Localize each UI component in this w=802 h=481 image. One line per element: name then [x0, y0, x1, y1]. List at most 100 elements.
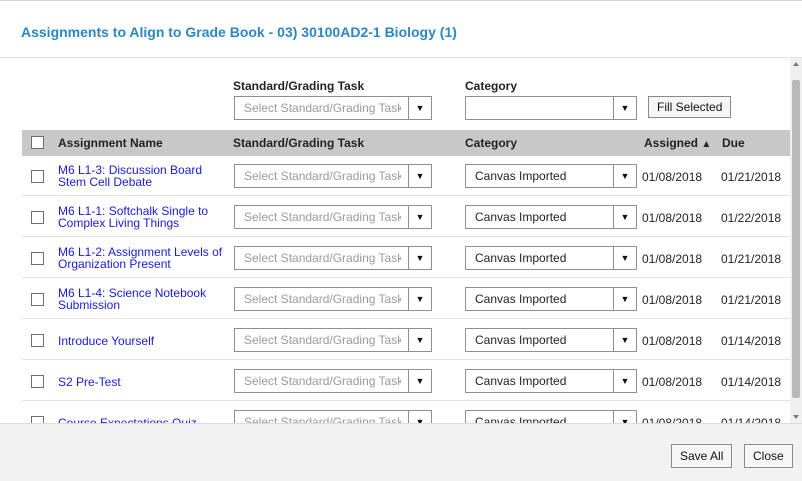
scrollbar-thumb[interactable] [792, 80, 800, 398]
table-row: M6 L1-3: Discussion Board Stem Cell Deba… [22, 156, 790, 196]
caret-down-icon: ▼ [613, 206, 636, 228]
sort-ascending-icon: ▲ [701, 139, 712, 150]
assigned-date: 01/08/2018 [642, 170, 703, 184]
row-standard-select[interactable]: Select Standard/Grading Task ▼ [234, 205, 432, 229]
row-category-select[interactable]: Canvas Imported ▼ [465, 246, 637, 270]
table-header: Assignment Name Standard/Grading Task Ca… [22, 130, 790, 156]
caret-down-icon: ▼ [613, 288, 636, 310]
row-standard-select[interactable]: Select Standard/Grading Task ▼ [234, 410, 432, 423]
row-checkbox[interactable] [31, 293, 44, 306]
caret-down-icon: ▼ [613, 370, 636, 392]
row-category-select-value: Canvas Imported [475, 292, 567, 306]
assignment-name-link[interactable]: M6 L1-4: Science Notebook Submission [58, 287, 228, 311]
caret-down-icon: ▼ [613, 411, 636, 423]
caret-down-icon: ▼ [613, 97, 636, 119]
row-standard-select-value: Select Standard/Grading Task [244, 374, 401, 388]
row-category-select[interactable]: Canvas Imported ▼ [465, 205, 637, 229]
row-standard-select-value: Select Standard/Grading Task [244, 333, 401, 347]
row-category-select-value: Canvas Imported [475, 333, 567, 347]
assigned-date: 01/08/2018 [642, 293, 703, 307]
close-button[interactable]: Close [744, 444, 793, 468]
fill-selected-button[interactable]: Fill Selected [648, 96, 732, 118]
select-all-checkbox[interactable] [31, 136, 44, 149]
caret-down-icon: ▼ [408, 165, 431, 187]
table-row: Introduce Yourself Select Standard/Gradin… [22, 320, 790, 360]
row-checkbox[interactable] [31, 375, 44, 388]
due-date: 01/21/2018 [721, 252, 782, 266]
assigned-date: 01/08/2018 [642, 211, 703, 225]
fill-category-select[interactable]: ▼ [465, 96, 637, 120]
table-row: M6 L1-1: Softchalk Single to Complex Liv… [22, 197, 790, 237]
row-standard-select-value: Select Standard/Grading Task [244, 169, 401, 183]
row-category-select[interactable]: Canvas Imported ▼ [465, 287, 637, 311]
assignment-name-link[interactable]: M6 L1-1: Softchalk Single to Complex Liv… [58, 205, 228, 229]
scroll-down-icon[interactable] [793, 415, 799, 419]
assigned-date: 01/08/2018 [642, 375, 703, 389]
due-date: 01/14/2018 [721, 375, 782, 389]
caret-down-icon: ▼ [408, 247, 431, 269]
row-standard-select-value: Select Standard/Grading Task [244, 415, 401, 423]
caret-down-icon: ▼ [408, 97, 431, 119]
row-standard-select-value: Select Standard/Grading Task [244, 292, 401, 306]
assignments-scroll-area[interactable]: Standard/Grading Task Select Standard/Gr… [0, 58, 802, 423]
caret-down-icon: ▼ [408, 370, 431, 392]
fill-category-label: Category [465, 79, 518, 93]
header-due[interactable]: Due [722, 136, 745, 150]
caret-down-icon: ▼ [613, 247, 636, 269]
row-category-select-value: Canvas Imported [475, 374, 567, 388]
save-all-button[interactable]: Save All [671, 444, 733, 468]
row-category-select-value: Canvas Imported [475, 210, 567, 224]
due-date: 01/14/2018 [721, 416, 782, 423]
row-category-select[interactable]: Canvas Imported ▼ [465, 410, 637, 423]
assigned-date: 01/08/2018 [642, 252, 703, 266]
caret-down-icon: ▼ [408, 288, 431, 310]
assignment-name-link[interactable]: M6 L1-2: Assignment Levels of Organizati… [58, 246, 228, 270]
due-date: 01/21/2018 [721, 293, 782, 307]
dialog-title: Assignments to Align to Grade Book - 03)… [21, 24, 457, 40]
dialog-footer: Save All Close [0, 423, 802, 481]
header-assigned[interactable]: Assigned ▲ [644, 136, 711, 150]
header-assignment-name[interactable]: Assignment Name [58, 136, 163, 150]
row-category-select[interactable]: Canvas Imported ▼ [465, 328, 637, 352]
due-date: 01/22/2018 [721, 211, 782, 225]
assigned-date: 01/08/2018 [642, 334, 703, 348]
caret-down-icon: ▼ [613, 165, 636, 187]
row-standard-select[interactable]: Select Standard/Grading Task ▼ [234, 328, 432, 352]
row-standard-select-value: Select Standard/Grading Task [244, 251, 401, 265]
vertical-scrollbar[interactable] [790, 58, 802, 423]
fill-standard-label: Standard/Grading Task [233, 79, 365, 93]
assignment-name-link[interactable]: M6 L1-3: Discussion Board Stem Cell Deba… [58, 164, 228, 188]
caret-down-icon: ▼ [613, 329, 636, 351]
row-category-select[interactable]: Canvas Imported ▼ [465, 369, 637, 393]
caret-down-icon: ▼ [408, 329, 431, 351]
row-checkbox[interactable] [31, 416, 44, 423]
assignment-name-link[interactable]: S2 Pre-Test [58, 376, 228, 388]
fill-controls: Standard/Grading Task Select Standard/Gr… [0, 58, 790, 124]
fill-standard-select[interactable]: Select Standard/Grading Task ▼ [234, 96, 432, 120]
row-checkbox[interactable] [31, 211, 44, 224]
header-category: Category [465, 136, 518, 150]
row-standard-select[interactable]: Select Standard/Grading Task ▼ [234, 164, 432, 188]
caret-down-icon: ▼ [408, 411, 431, 423]
row-checkbox[interactable] [31, 334, 44, 347]
scroll-up-icon[interactable] [793, 62, 799, 66]
due-date: 01/21/2018 [721, 170, 782, 184]
row-checkbox[interactable] [31, 252, 44, 265]
window-top-border [0, 0, 802, 1]
row-standard-select[interactable]: Select Standard/Grading Task ▼ [234, 246, 432, 270]
row-category-select-value: Canvas Imported [475, 251, 567, 265]
row-category-select-value: Canvas Imported [475, 169, 567, 183]
row-category-select[interactable]: Canvas Imported ▼ [465, 164, 637, 188]
row-standard-select[interactable]: Select Standard/Grading Task ▼ [234, 369, 432, 393]
table-row: Course Expectations Quiz Select Standard/… [22, 402, 790, 423]
table-row: S2 Pre-Test Select Standard/Grading Task ▼… [22, 361, 790, 401]
caret-down-icon: ▼ [408, 206, 431, 228]
assignment-name-link[interactable]: Introduce Yourself [58, 335, 228, 347]
fill-standard-select-value: Select Standard/Grading Task [244, 101, 401, 115]
table-row: M6 L1-4: Science Notebook Submission Sele… [22, 279, 790, 319]
row-standard-select[interactable]: Select Standard/Grading Task ▼ [234, 287, 432, 311]
row-checkbox[interactable] [31, 170, 44, 183]
table-row: M6 L1-2: Assignment Levels of Organizati… [22, 238, 790, 278]
header-standard: Standard/Grading Task [233, 136, 365, 150]
due-date: 01/14/2018 [721, 334, 782, 348]
